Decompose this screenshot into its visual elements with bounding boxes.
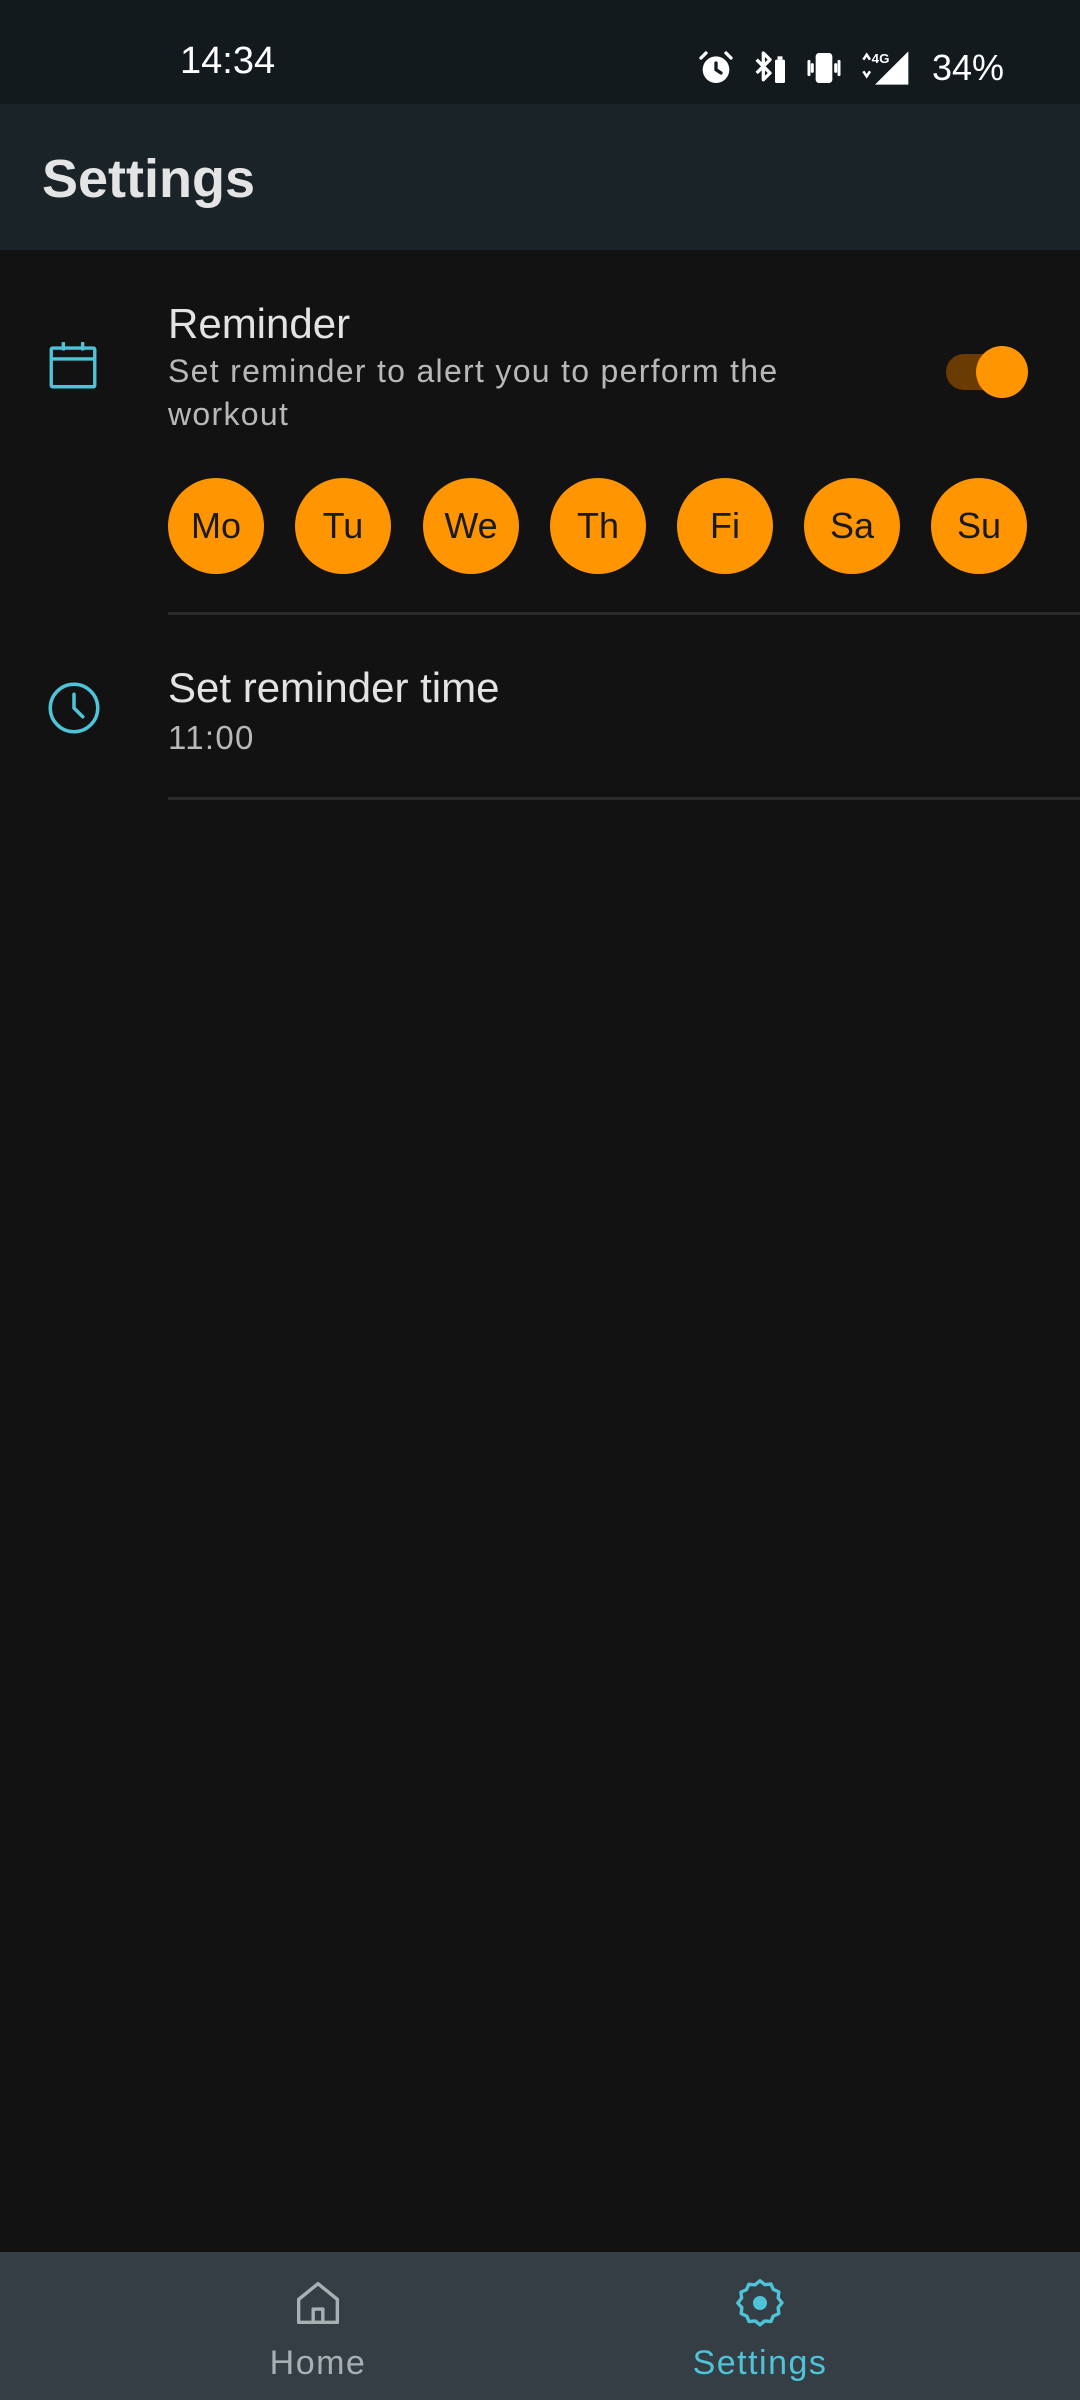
day-button-we[interactable]: We	[423, 478, 519, 574]
calendar-icon	[44, 336, 102, 399]
reminder-time-title: Set reminder time	[168, 664, 500, 711]
signal-4g-icon: 4G	[858, 48, 912, 88]
reminder-subtitle-line1: Set reminder to alert you to perform the	[168, 353, 779, 389]
bottom-navigation: Home Settings	[0, 2252, 1080, 2400]
reminder-time-value: 11:00	[168, 719, 255, 756]
battery-percent: 34%	[931, 47, 1004, 88]
day-button-mo[interactable]: Mo	[168, 478, 264, 574]
reminder-subtitle-line2: workout	[168, 396, 290, 432]
bluetooth-battery-icon	[750, 48, 790, 88]
home-icon	[289, 2274, 347, 2337]
gear-icon	[731, 2274, 789, 2337]
reminder-title: Reminder	[168, 300, 351, 347]
day-button-th[interactable]: Th	[550, 478, 646, 574]
svg-text:4G: 4G	[872, 51, 890, 66]
app-bar: Settings	[0, 104, 1080, 250]
day-button-su[interactable]: Su	[931, 478, 1027, 574]
nav-label-settings: Settings	[692, 2344, 828, 2382]
page-title: Settings	[42, 149, 256, 209]
status-bar: 14:34 4G 34%	[0, 0, 1080, 104]
alarm-icon	[696, 48, 736, 88]
day-button-sa[interactable]: Sa	[804, 478, 900, 574]
reminder-subtitle: Set reminder to alert you to perform the…	[168, 350, 908, 436]
status-time: 14:34	[180, 40, 276, 82]
nav-item-settings[interactable]: Settings	[490, 2252, 1030, 2400]
day-button-tu[interactable]: Tu	[295, 478, 391, 574]
divider	[168, 612, 1080, 615]
toggle-thumb	[976, 346, 1028, 398]
divider	[168, 797, 1080, 800]
status-icons: 4G 34%	[696, 44, 1004, 92]
settings-screen: 14:34 4G 34% Settings Reminder Set remin…	[0, 0, 1080, 2400]
vibrate-icon	[804, 48, 844, 88]
reminder-toggle[interactable]	[942, 340, 1032, 398]
clock-icon	[44, 678, 104, 743]
day-button-fi[interactable]: Fi	[677, 478, 773, 574]
